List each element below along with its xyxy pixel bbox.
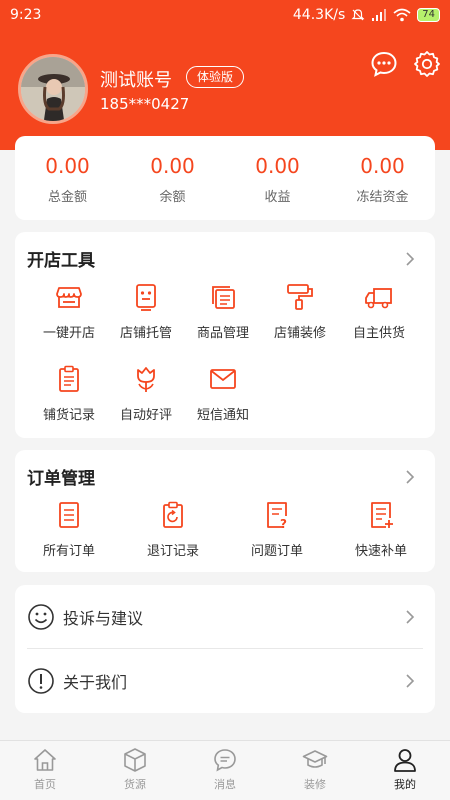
tool-label: 一键开店 (42, 326, 95, 341)
tab-mine[interactable]: 我的 (360, 741, 450, 800)
stat-value: 0.00 (150, 154, 195, 178)
chevron-right-icon (406, 610, 415, 624)
stat-value: 0.00 (360, 154, 405, 178)
tool-label: 短信通知 (196, 408, 249, 423)
tab-label: 货源 (124, 778, 146, 791)
order-label: 问题订单 (250, 544, 303, 559)
order-all[interactable]: 所有订单 (27, 500, 111, 559)
order-management-card: 订单管理 所有订单 退订记录 ? 问题订单 快速补单 (15, 450, 435, 572)
tool-store-hosting[interactable]: 店铺托管 (104, 282, 188, 341)
tool-sms-notification[interactable]: 短信通知 (181, 364, 265, 423)
store-icon (56, 287, 82, 308)
stat-label: 收益 (264, 190, 291, 205)
stat-value: 0.00 (255, 154, 300, 178)
tab-label: 消息 (214, 778, 236, 791)
tool-store-decoration[interactable]: 店铺装修 (258, 282, 342, 341)
mute-icon (351, 9, 365, 21)
status-time: 9:23 (10, 7, 42, 23)
tool-distribution-records[interactable]: 铺货记录 (27, 364, 111, 423)
tool-self-supply[interactable]: 自主供货 (337, 282, 421, 341)
info-icon (28, 668, 54, 694)
truck-icon (365, 288, 392, 309)
question-doc-icon: ? (267, 502, 287, 530)
chat-bubble-icon[interactable] (370, 50, 398, 78)
chevron-right-icon[interactable] (403, 252, 417, 266)
refund-icon (163, 501, 183, 528)
link-label: 关于我们 (63, 673, 128, 692)
status-indicators: 44.3K/s 74 (293, 7, 440, 23)
order-label: 快速补单 (354, 544, 407, 559)
tab-label: 装修 (304, 778, 326, 791)
signal-icon (372, 9, 387, 21)
tool-label: 店铺托管 (119, 326, 172, 341)
tool-auto-review[interactable]: 自动好评 (104, 364, 188, 423)
paint-roller-icon (287, 284, 313, 310)
smile-icon (28, 604, 54, 630)
box-icon (124, 748, 146, 772)
tool-label: 自动好评 (119, 408, 172, 423)
home-icon (34, 749, 56, 771)
stat-earnings[interactable]: 0.00 收益 (225, 136, 330, 220)
stat-label: 总金额 (47, 190, 87, 205)
tab-decoration[interactable]: 装修 (270, 741, 360, 800)
document-icon (59, 502, 79, 528)
tab-messages[interactable]: 消息 (180, 741, 270, 800)
robot-icon (136, 284, 156, 311)
envelope-icon (210, 369, 236, 389)
tool-label: 商品管理 (196, 326, 249, 341)
shop-tools-card: 开店工具 一键开店 店铺托管 商品管理 店铺装修 自主供货 铺货记录 自动好评 … (15, 232, 435, 438)
chevron-right-icon[interactable] (403, 470, 417, 484)
person-icon (394, 749, 416, 772)
stat-total-amount[interactable]: 0.00 总金额 (15, 136, 120, 220)
order-problem[interactable]: ? 问题订单 (235, 500, 319, 559)
tab-home[interactable]: 首页 (0, 741, 90, 800)
orders-title: 订单管理 (27, 469, 95, 489)
link-label: 投诉与建议 (63, 609, 144, 628)
order-refund-records[interactable]: 退订记录 (131, 500, 215, 559)
account-phone: 185***0427 (100, 95, 190, 113)
add-doc-icon (371, 502, 393, 528)
message-icon (214, 749, 236, 772)
tab-label: 首页 (34, 778, 56, 791)
tulip-icon (137, 367, 155, 392)
order-label: 所有订单 (42, 544, 95, 559)
tool-label: 自主供货 (352, 326, 405, 341)
clipboard-icon (59, 365, 79, 392)
network-speed: 44.3K/s (292, 7, 346, 23)
tool-one-click-store[interactable]: 一键开店 (27, 282, 111, 341)
order-quick-reorder[interactable]: 快速补单 (339, 500, 423, 559)
stat-frozen-funds[interactable]: 0.00 冻结资金 (330, 136, 435, 220)
link-about-us[interactable]: 关于我们 (15, 649, 435, 712)
stack-icon (212, 286, 235, 309)
stat-label: 余额 (159, 190, 186, 205)
account-name: 测试账号 (100, 70, 172, 91)
tool-label: 铺货记录 (42, 408, 95, 423)
stat-label: 冻结资金 (356, 190, 409, 205)
tool-product-management[interactable]: 商品管理 (181, 282, 265, 341)
chevron-right-icon (406, 674, 415, 688)
profile-header: 9:23 44.3K/s 74 测试账号 体验版 185***0427 (0, 0, 450, 150)
svg-text:?: ? (280, 517, 287, 530)
avatar-photo (21, 57, 85, 121)
tab-supply[interactable]: 货源 (90, 741, 180, 800)
stat-balance[interactable]: 0.00 余额 (120, 136, 225, 220)
graduation-cap-icon (302, 750, 328, 768)
links-card: 投诉与建议 关于我们 (15, 585, 435, 713)
balance-summary-card: 0.00 总金额 0.00 余额 0.00 收益 0.00 冻结资金 (15, 136, 435, 220)
wifi-icon (393, 8, 411, 22)
stat-value: 0.00 (45, 154, 90, 178)
version-badge: 体验版 (186, 66, 245, 88)
avatar[interactable] (18, 54, 88, 124)
tool-label: 店铺装修 (273, 326, 326, 341)
status-bar: 9:23 44.3K/s 74 (0, 0, 450, 32)
order-label: 退订记录 (146, 544, 199, 559)
shop-tools-title: 开店工具 (27, 251, 95, 271)
link-feedback[interactable]: 投诉与建议 (15, 585, 435, 648)
bottom-tab-bar: 首页 货源 消息 装修 我的 (0, 740, 450, 800)
battery-indicator: 74 (417, 8, 440, 22)
tab-label: 我的 (394, 778, 416, 791)
gear-icon[interactable] (413, 50, 441, 78)
